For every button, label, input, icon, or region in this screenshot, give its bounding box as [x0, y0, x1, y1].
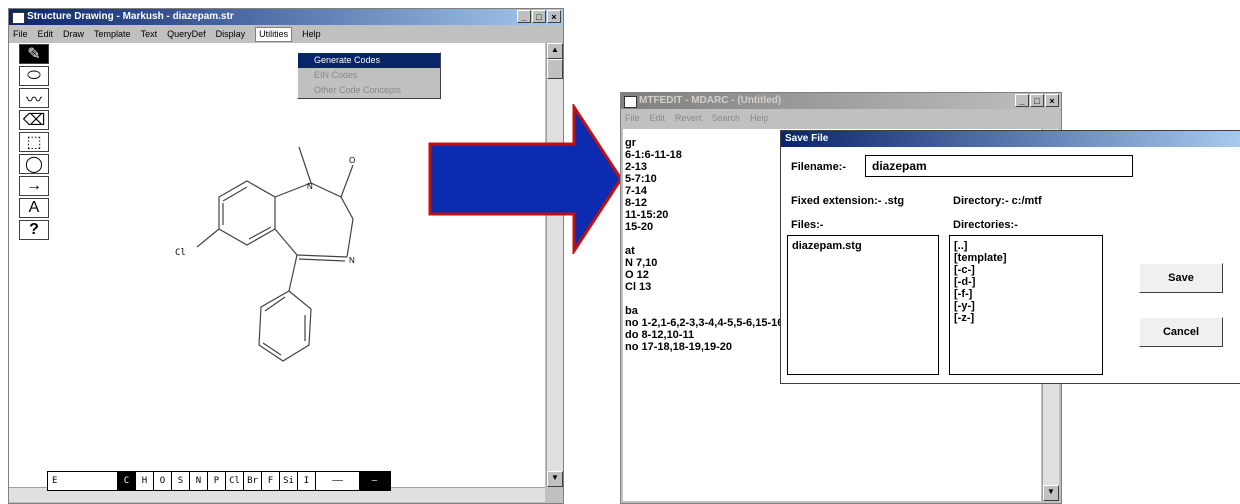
element-h[interactable]: H	[136, 472, 154, 490]
close-button[interactable]: ×	[547, 10, 561, 23]
files-label: Files:-	[791, 219, 824, 231]
window-title: Structure Drawing - Markush - diazepam.s…	[27, 11, 234, 22]
utilities-menu: Generate Codes EIN Codes Other Code Conc…	[297, 52, 441, 99]
scroll-down-icon[interactable]: ▼	[1043, 485, 1059, 501]
directory-item[interactable]: [-y-]	[954, 300, 1098, 312]
directories-list[interactable]: [..] [template] [-c-] [-d-] [-f-] [-y-] …	[949, 235, 1103, 375]
titlebar: MTFEDIT - MDARC - (Untitled) _ □ ×	[621, 93, 1061, 109]
query-icon[interactable]: ?	[19, 220, 49, 240]
double-bond-button[interactable]: —	[360, 472, 390, 490]
menubar: File Edit Draw Template Text QueryDef Di…	[9, 26, 563, 42]
menu-file[interactable]: File	[625, 110, 640, 126]
menu-utilities[interactable]: Utilities	[255, 27, 293, 42]
element-s[interactable]: S	[172, 472, 190, 490]
arrow-icon[interactable]: →	[19, 176, 49, 196]
lasso-icon[interactable]: ◯	[19, 154, 49, 174]
directories-label: Directories:-	[953, 219, 1018, 231]
pencil-icon[interactable]: ✎	[19, 44, 49, 64]
directory-item[interactable]: [-d-]	[954, 276, 1098, 288]
atom-o: O	[349, 156, 355, 165]
element-i[interactable]: I	[298, 472, 316, 490]
directory-item[interactable]: [-c-]	[954, 264, 1098, 276]
maximize-button[interactable]: □	[532, 10, 546, 23]
fixed-extension-label: Fixed extension:- .stg	[791, 195, 905, 207]
menu-item-generate-codes[interactable]: Generate Codes	[298, 53, 440, 68]
menu-display[interactable]: Display	[216, 26, 246, 42]
select-rect-icon[interactable]: ⬚	[19, 132, 49, 152]
atom-cl: Cl	[175, 248, 186, 258]
cancel-button[interactable]: Cancel	[1139, 317, 1223, 347]
close-button[interactable]: ×	[1045, 94, 1059, 107]
minimize-button[interactable]: _	[1015, 94, 1029, 107]
scroll-thumb[interactable]	[547, 59, 563, 79]
eraser-icon[interactable]: ⌫	[19, 110, 49, 130]
structure-drawing-window: Structure Drawing - Markush - diazepam.s…	[8, 8, 564, 504]
directory-item[interactable]: [template]	[954, 252, 1098, 264]
ring-icon[interactable]: ⬭	[19, 66, 49, 86]
file-item[interactable]: diazepam.stg	[792, 240, 934, 252]
element-cl[interactable]: Cl	[226, 472, 244, 490]
filename-input[interactable]: diazepam	[865, 155, 1133, 177]
element-p[interactable]: P	[208, 472, 226, 490]
element-f[interactable]: F	[262, 472, 280, 490]
chain-icon[interactable]: 〰	[19, 88, 49, 109]
element-c[interactable]: C	[118, 472, 136, 490]
menu-edit[interactable]: Edit	[650, 110, 666, 126]
transition-arrow-icon	[428, 104, 623, 254]
single-bond-button[interactable]: ——	[316, 472, 360, 490]
menu-item-other-code-concepts[interactable]: Other Code Concepts	[298, 83, 440, 98]
menu-item-ein-codes[interactable]: EIN Codes	[298, 68, 440, 83]
element-o[interactable]: O	[154, 472, 172, 490]
app-icon	[624, 96, 637, 108]
filename-label: Filename:-	[791, 161, 847, 173]
menu-help[interactable]: Help	[750, 110, 769, 126]
menu-search[interactable]: Search	[712, 110, 741, 126]
element-palette: E C H O S N P Cl Br F Si I —— —	[47, 471, 391, 491]
element-entry[interactable]: E	[48, 472, 118, 490]
titlebar: Structure Drawing - Markush - diazepam.s…	[9, 9, 563, 25]
menu-help[interactable]: Help	[302, 26, 321, 42]
element-br[interactable]: Br	[244, 472, 262, 490]
diazepam-structure: N O N Cl	[175, 146, 355, 362]
menu-template[interactable]: Template	[94, 26, 131, 42]
directory-item[interactable]: [-f-]	[954, 288, 1098, 300]
atom-n1: N	[307, 182, 313, 191]
element-n[interactable]: N	[190, 472, 208, 490]
dialog-title: Save File	[785, 133, 829, 144]
maximize-button[interactable]: □	[1030, 94, 1044, 107]
window-title: MTFEDIT - MDARC - (Untitled)	[639, 95, 782, 106]
save-file-dialog: Save File Filename:- diazepam Fixed exte…	[780, 130, 1240, 384]
scroll-down-icon[interactable]: ▼	[547, 471, 563, 487]
dialog-titlebar: Save File	[781, 131, 1240, 147]
element-si[interactable]: Si	[280, 472, 298, 490]
menu-revert[interactable]: Revert	[675, 110, 702, 126]
scroll-up-icon[interactable]: ▲	[547, 43, 563, 59]
directory-label: Directory:- c:/mtf	[953, 195, 1042, 207]
minimize-button[interactable]: _	[517, 10, 531, 23]
menu-text[interactable]: Text	[141, 26, 158, 42]
menu-file[interactable]: File	[13, 26, 28, 42]
app-icon	[12, 12, 25, 24]
menu-draw[interactable]: Draw	[63, 26, 84, 42]
save-button[interactable]: Save	[1139, 263, 1223, 293]
atom-n2: N	[349, 256, 355, 265]
menu-edit[interactable]: Edit	[38, 26, 54, 42]
files-list[interactable]: diazepam.stg	[787, 235, 939, 375]
text-icon[interactable]: A	[19, 198, 49, 218]
directory-item[interactable]: [..]	[954, 240, 1098, 252]
menubar: File Edit Revert Search Help	[621, 110, 1061, 126]
menu-querydef[interactable]: QueryDef	[167, 26, 206, 42]
directory-item[interactable]: [-z-]	[954, 312, 1098, 324]
